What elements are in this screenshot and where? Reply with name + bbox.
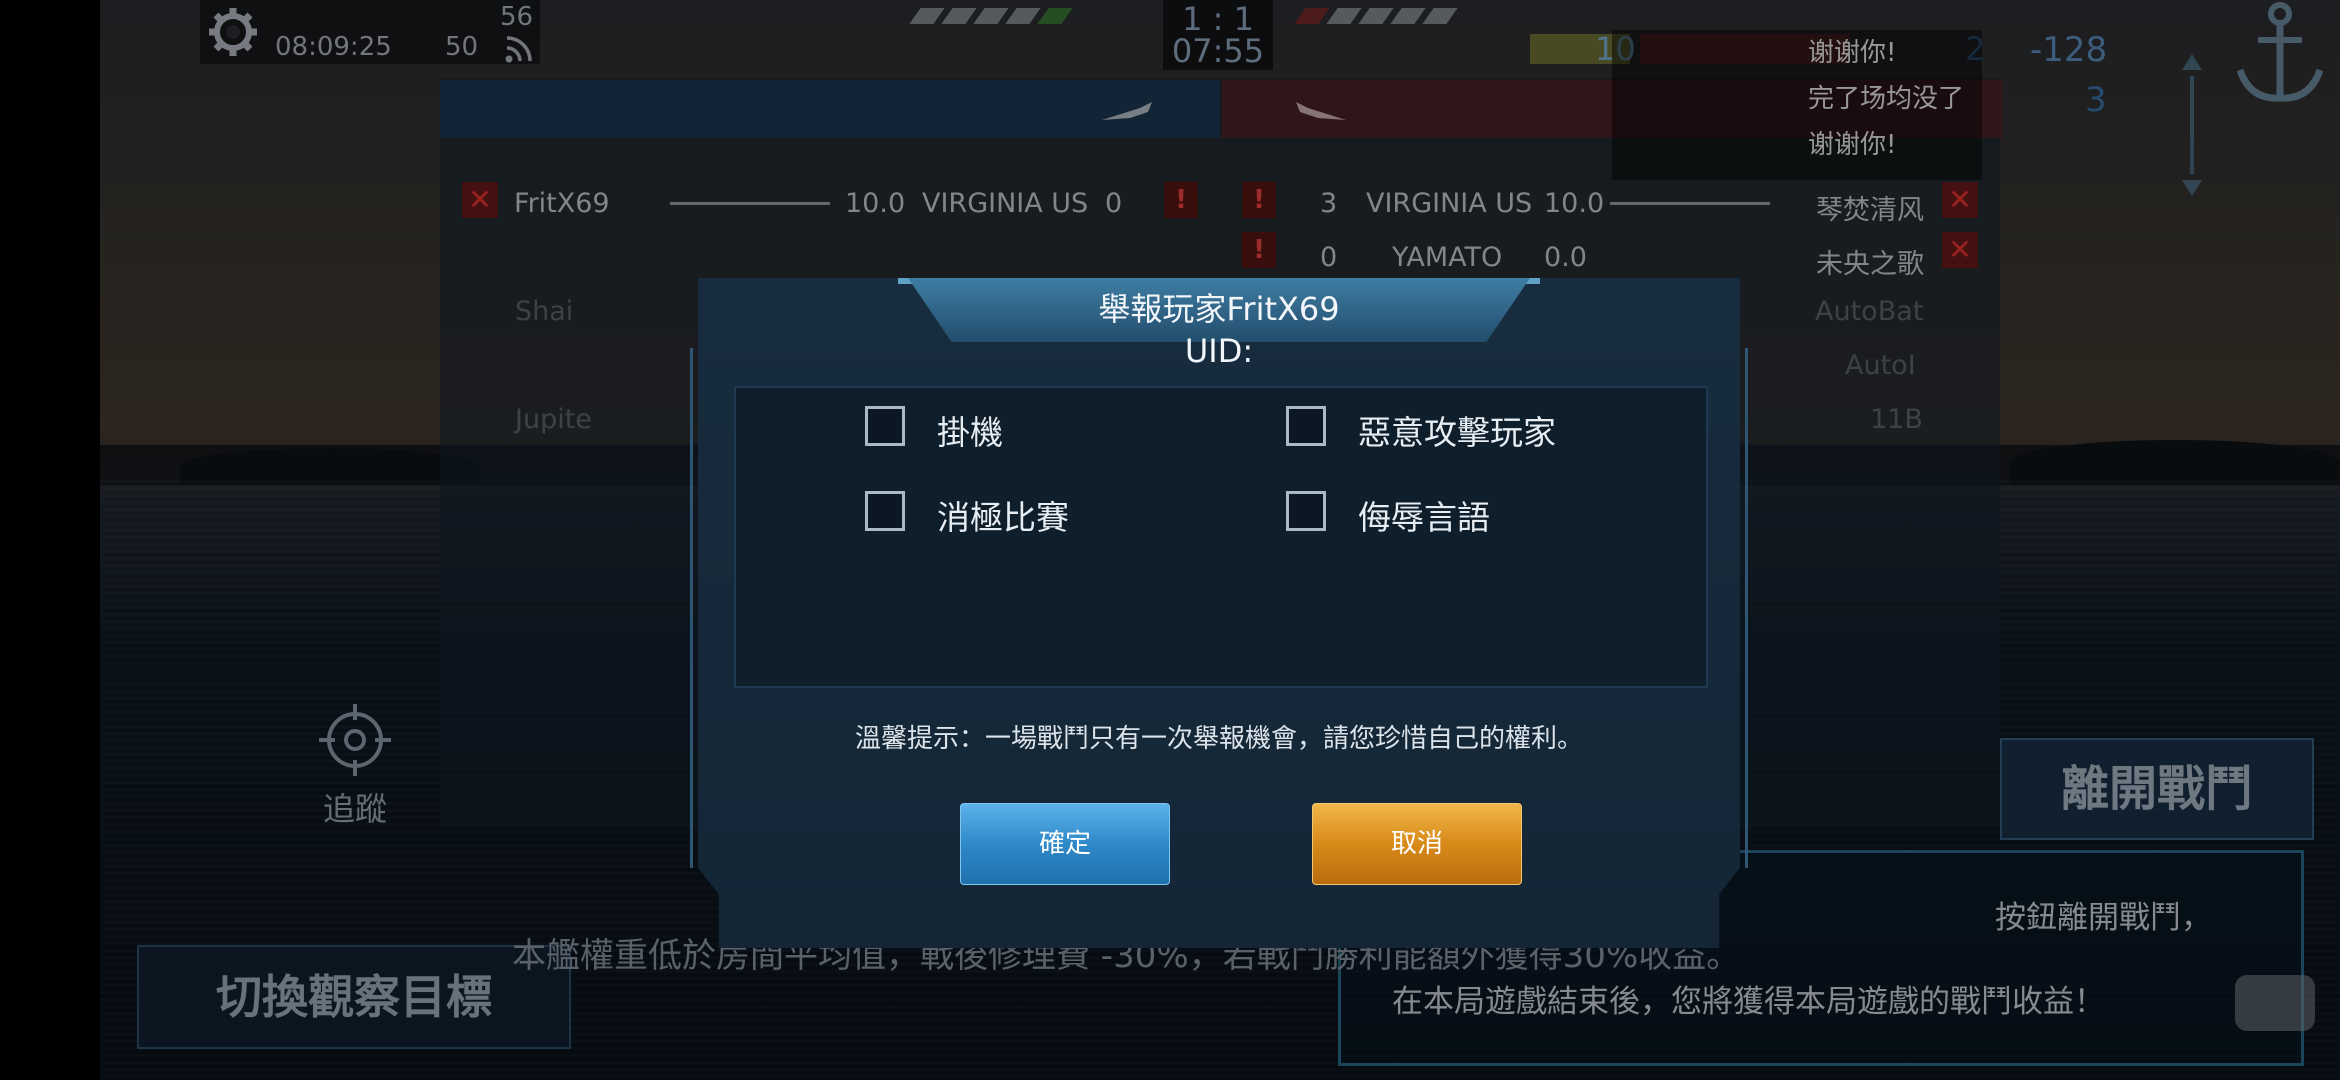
dialog-frame-right [1711, 348, 1748, 868]
option-malicious-attack[interactable]: 惡意攻擊玩家 [1286, 406, 1586, 452]
report-dialog: 舉報玩家FritX69 UID: 掛機 惡意攻擊玩家 消極比賽 侮辱言語 溫馨提… [690, 278, 1748, 948]
option-label: 惡意攻擊玩家 [1358, 413, 1556, 452]
option-passive-play[interactable]: 消極比賽 [865, 491, 1125, 537]
option-insulting-language[interactable]: 侮辱言語 [1286, 491, 1546, 537]
reason-panel: 掛機 惡意攻擊玩家 消極比賽 侮辱言語 [734, 386, 1708, 688]
dialog-frame-left [690, 348, 727, 868]
checkbox[interactable] [865, 491, 905, 531]
option-label: 消極比賽 [937, 498, 1069, 537]
option-afk[interactable]: 掛機 [865, 406, 1065, 452]
report-tip: 溫馨提示：一場戰鬥只有一次舉報機會，請您珍惜自己的權利。 [854, 724, 1583, 754]
uid-label: UID: [1184, 332, 1254, 370]
letterbox-left [0, 0, 100, 1080]
cancel-button[interactable]: 取消 [1312, 803, 1522, 885]
dialog-title: 舉報玩家FritX69 [1098, 290, 1340, 328]
confirm-button[interactable]: 確定 [960, 803, 1170, 885]
checkbox[interactable] [1286, 406, 1326, 446]
checkbox[interactable] [865, 406, 905, 446]
checkbox[interactable] [1286, 491, 1326, 531]
option-label: 掛機 [937, 413, 1003, 452]
option-label: 侮辱言語 [1358, 498, 1490, 537]
